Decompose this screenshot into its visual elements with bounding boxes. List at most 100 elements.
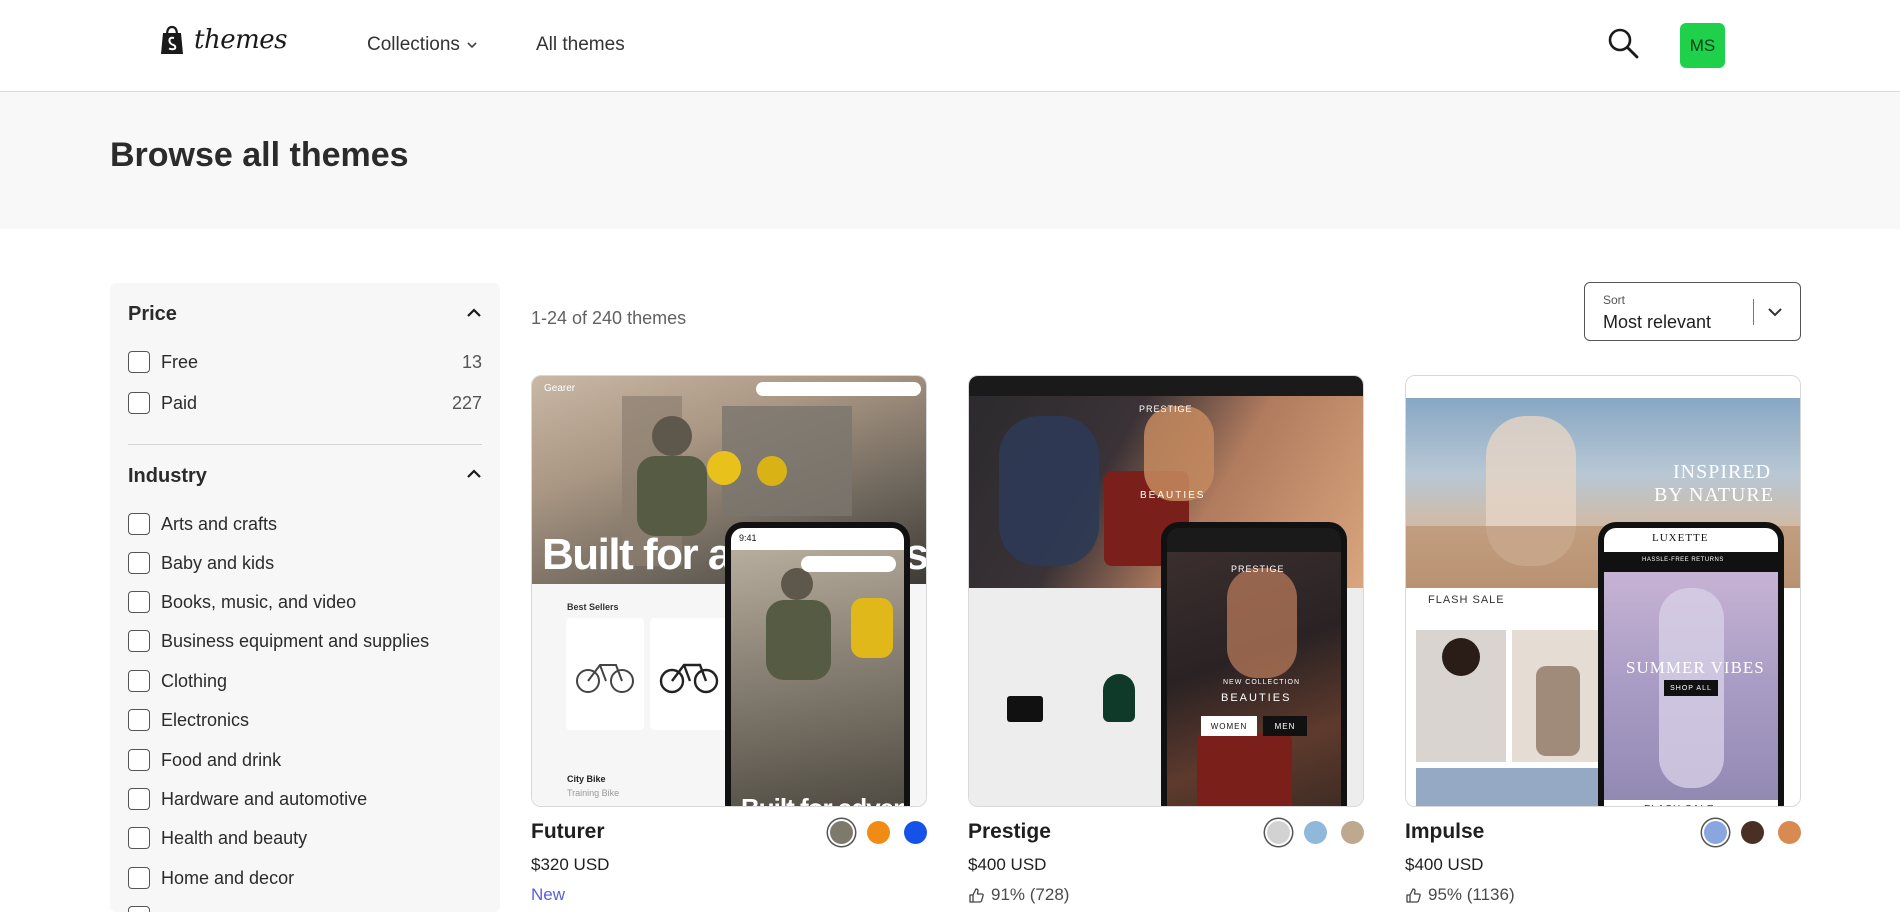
nav-collections-label: Collections [367,34,460,55]
filter-option-count: 227 [451,392,482,413]
phone-announcement [1167,528,1341,552]
phone-mockup: LUXETTE HASSLE-FREE RETURNS SUMMER VIBES… [1598,522,1784,806]
filter-option-industry[interactable]: Clothing [128,667,482,695]
color-swatches [1267,821,1364,844]
filter-option-industry[interactable]: Business equipment and supplies [128,627,482,655]
phone-summer: SUMMER VIBES [1626,658,1765,677]
phone-shop-all: SHOP ALL [1664,680,1718,696]
product-bag-green [1103,674,1135,722]
filter-option-industry[interactable]: Baby and kids [128,549,482,577]
filter-option-label: Free [161,351,199,372]
checkbox[interactable] [128,749,150,771]
shopify-themes-logo[interactable]: themes [158,24,287,56]
color-swatch[interactable] [1741,821,1764,844]
filter-option-industry[interactable]: Electronics [128,706,482,734]
phone-mockup: 9:41 Built for adventures [725,522,910,806]
theme-price: $400 USD [1405,855,1484,874]
checkbox[interactable] [128,591,150,613]
color-swatch[interactable] [1267,821,1290,844]
thumbs-up-icon [1406,887,1421,903]
arch-shape [722,406,852,516]
preview-hero-line2: BY NATURE [1654,484,1774,506]
theme-preview-image[interactable]: Gearer Built for adventures Best Sellers… [531,375,927,807]
filter-price-heading[interactable]: Price [128,303,177,326]
color-swatch[interactable] [1341,821,1364,844]
color-swatch[interactable] [1304,821,1327,844]
filter-option-industry[interactable]: Books, music, and video [128,588,482,616]
checkbox[interactable] [128,351,150,373]
phone-nav-pill [801,556,896,572]
user-avatar[interactable]: MS [1680,23,1725,68]
theme-card-prestige: PRESTIGE BEAUTIES PRESTIGE NEW COLLECTIO… [968,375,1364,912]
filter-industry-heading[interactable]: Industry [128,465,207,488]
filter-option-label: Paid [161,392,198,413]
preview-sale: FLASH SALE [1428,594,1505,606]
chevron-up-icon[interactable] [465,304,483,322]
phone-returns: HASSLE-FREE RETURNS [1642,557,1724,563]
checkbox[interactable] [128,513,150,535]
filter-option-label: Arts and crafts [161,513,278,534]
color-swatch[interactable] [830,821,853,844]
checkbox[interactable] [128,867,150,889]
model-shape [999,416,1099,566]
announcement-bar [969,376,1363,396]
theme-preview-image[interactable]: INSPIRED BY NATURE FLASH SALE LUXETTE HA… [1405,375,1801,807]
theme-name[interactable]: Impulse [1405,820,1484,844]
rider-shape [652,416,692,456]
rider-shape [781,568,813,600]
filter-option-industry[interactable]: Hardware and automotive [128,785,482,813]
filter-option-paid[interactable]: Paid 227 [128,389,482,417]
nav-collections[interactable]: Collections [367,34,478,56]
filter-option-label: Food and drink [161,749,282,770]
checkbox[interactable] [128,392,150,414]
thumbs-up-icon [969,887,984,903]
filter-option-label: Electronics [161,709,250,730]
preview-category: Training Bike [567,788,620,798]
filter-option-label: Health and beauty [161,827,308,848]
theme-name[interactable]: Prestige [968,820,1051,844]
checkbox[interactable] [128,788,150,810]
preview-nav-pill [756,382,921,396]
filter-option-industry[interactable]: Arts and crafts [128,510,482,538]
checkbox[interactable] [128,552,150,574]
checkbox[interactable] [128,709,150,731]
color-swatch[interactable] [904,821,927,844]
preview-section-title: Best Sellers [567,602,619,612]
filter-option-free[interactable]: Free 13 [128,348,482,376]
filter-option-industry[interactable]: Food and drink [128,746,482,774]
color-swatch[interactable] [867,821,890,844]
rating-text: 95% (1136) [1428,885,1515,904]
filter-option-industry[interactable]: Health and beauty [128,824,482,852]
phone-sale: FLASH SALE [1644,804,1715,806]
color-swatch[interactable] [1704,821,1727,844]
page-banner: Browse all themes [0,92,1900,229]
filter-option-count: 13 [461,351,482,372]
filter-option-industry[interactable]: Home and decor [128,864,482,892]
theme-card-futurer: Gearer Built for adventures Best Sellers… [531,375,927,912]
filter-option-label: Home and decor [161,867,295,888]
preview-hero-line1: INSPIRED [1673,461,1772,483]
phone-brand: LUXETTE [1652,532,1709,544]
checkbox[interactable] [128,630,150,652]
phone-brand: PRESTIGE [1231,564,1285,574]
checkbox[interactable] [128,670,150,692]
preview-brand: Gearer [544,383,576,394]
checkbox[interactable] [128,827,150,849]
theme-price: $320 USD [531,855,610,874]
checkbox[interactable] [128,906,150,912]
chevron-up-icon[interactable] [465,465,483,483]
results-count: 1-24 of 240 themes [531,308,687,328]
theme-rating: 95% (1136) [1405,885,1515,905]
filter-option-label: Hardware and automotive [161,788,368,809]
product-card [566,618,644,730]
theme-preview-image[interactable]: PRESTIGE BEAUTIES PRESTIGE NEW COLLECTIO… [968,375,1364,807]
color-swatch[interactable] [1778,821,1801,844]
sort-value: Most relevant [1603,312,1712,332]
phone-mockup: PRESTIGE NEW COLLECTION BEAUTIES WOMEN M… [1161,522,1347,806]
search-button[interactable] [1606,26,1640,60]
sort-select[interactable]: Sort Most relevant [1584,282,1801,341]
nav-all-themes[interactable]: All themes [536,34,625,56]
color-swatches [1704,821,1801,844]
theme-name[interactable]: Futurer [531,820,605,844]
filter-option-industry-partial[interactable] [128,903,482,912]
